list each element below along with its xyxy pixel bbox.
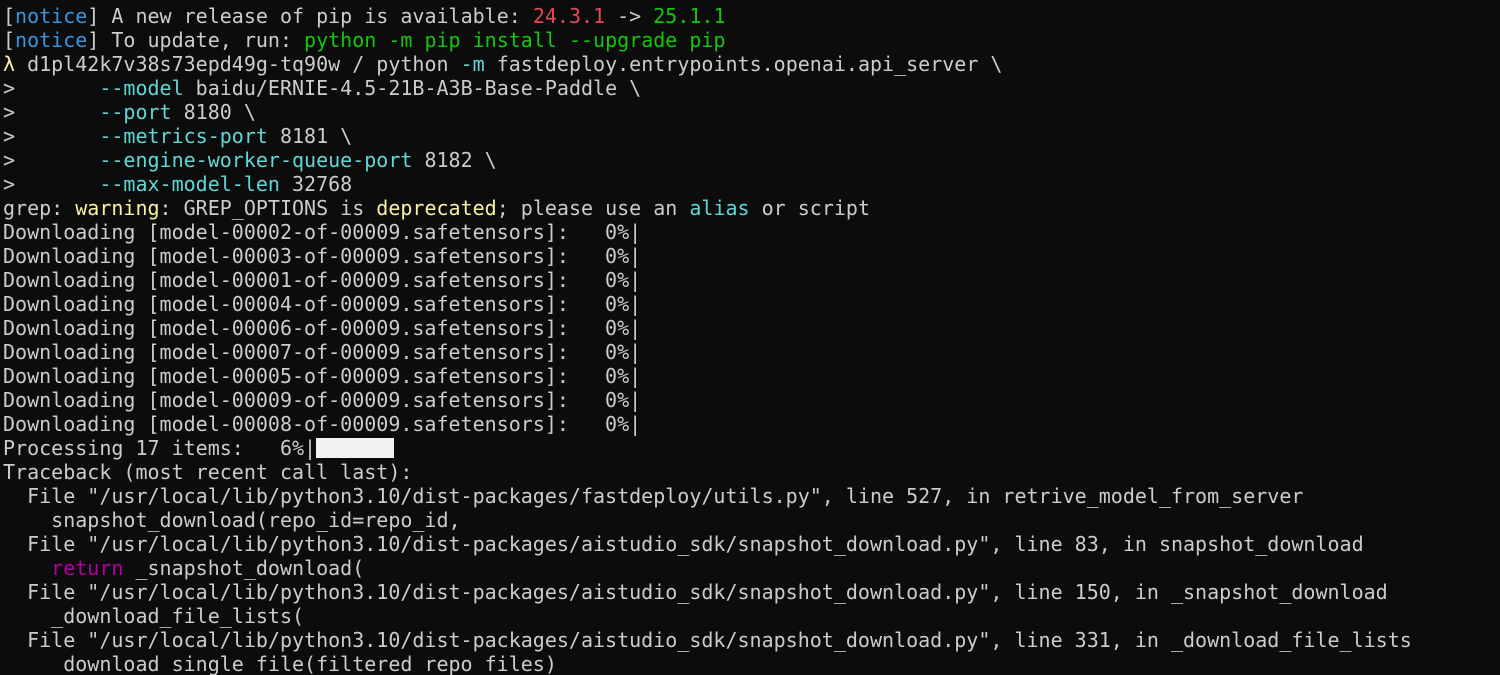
prompt-line: λ d1pl42k7v38s73epd49g-tq90w / python -m… [3, 52, 1500, 76]
pip-update-line: [notice] To update, run: python -m pip i… [3, 28, 726, 52]
traceback-file-line: File "/usr/local/lib/python3.10/dist-pac… [3, 580, 1388, 604]
download-progress-line: Downloading [model-00006-of-00009.safete… [3, 316, 642, 340]
cli-flag: --engine-worker-queue-port [99, 148, 413, 172]
old-version: 24.3.1 [532, 4, 606, 28]
grep-warning-line: grep: warning: GREP_OPTIONS is deprecate… [3, 196, 871, 220]
notice-text: A new release of pip is available: [99, 4, 533, 28]
prompt-host: d1pl42k7v38s73epd49g-tq90w [15, 52, 341, 76]
traceback-code-line: _download_single_file(filtered_repo_file… [3, 652, 557, 675]
traceback-header: Traceback (most recent call last): [3, 460, 413, 484]
cli-value: baidu/ERNIE-4.5-21B-A3B-Base-Paddle \ [183, 76, 642, 100]
download-progress-line: Downloading [model-00009-of-00009.safete… [3, 388, 642, 412]
notice-tag: notice [15, 4, 88, 28]
cli-flag: --port [99, 100, 172, 124]
update-command: python -m pip install --upgrade pip [304, 28, 726, 52]
traceback-file-line: File "/usr/local/lib/python3.10/dist-pac… [3, 628, 1412, 652]
prompt-command: python [364, 52, 449, 76]
return-keyword: return [3, 556, 124, 580]
terminal-window[interactable]: [notice] A new release of pip is availab… [0, 0, 1500, 675]
version-arrow: -> [605, 4, 654, 28]
notice-tag: notice [15, 28, 88, 52]
download-progress-line: Downloading [model-00004-of-00009.safete… [3, 292, 642, 316]
prompt-module: fastdeploy.entrypoints.openai.api_server… [484, 52, 1003, 76]
continuation-line: > --port 8180 \ [3, 100, 256, 124]
prompt-lambda-icon: λ [3, 52, 16, 76]
cli-value: 8181 \ [267, 124, 353, 148]
traceback-file-line: File "/usr/local/lib/python3.10/dist-pac… [3, 484, 1304, 508]
download-progress-line: Downloading [model-00007-of-00009.safete… [3, 340, 642, 364]
download-progress-line: Downloading [model-00008-of-00009.safete… [3, 412, 642, 436]
download-progress-line: Downloading [model-00003-of-00009.safete… [3, 244, 642, 268]
traceback-code-line: snapshot_download(repo_id=repo_id, [3, 508, 461, 532]
cli-flag: --model [99, 76, 184, 100]
cli-value: 32768 [279, 172, 353, 196]
prompt-flag-m: -m [448, 52, 485, 76]
cli-value: 8180 \ [171, 100, 256, 124]
cli-value: 8182 \ [412, 148, 497, 172]
download-progress-line: Downloading [model-00001-of-00009.safete… [3, 268, 642, 292]
download-progress-line: Downloading [model-00005-of-00009.safete… [3, 364, 642, 388]
processing-progress-line: Processing 17 items: 6%| [3, 436, 1500, 460]
continuation-line: > --metrics-port 8181 \ [3, 124, 353, 148]
update-text: To update, run: [99, 28, 305, 52]
download-progress-line: Downloading [model-00002-of-00009.safete… [3, 220, 642, 244]
continuation-line: > --engine-worker-queue-port 8182 \ [3, 148, 497, 172]
pip-notice-line: [notice] A new release of pip is availab… [3, 4, 726, 28]
cli-flag: --metrics-port [99, 124, 268, 148]
traceback-file-line: File "/usr/local/lib/python3.10/dist-pac… [3, 532, 1364, 556]
traceback-code-line: return _snapshot_download( [3, 556, 365, 580]
continuation-line: > --max-model-len 32768 [3, 172, 353, 196]
cli-flag: --max-model-len [99, 172, 280, 196]
prompt-path: / [340, 52, 365, 76]
processing-text: Processing 17 items: 6%| [3, 436, 317, 460]
progress-bar-fill [316, 438, 395, 458]
new-version: 25.1.1 [653, 4, 726, 28]
traceback-code-line: _download_file_lists( [3, 604, 305, 628]
continuation-line: > --model baidu/ERNIE-4.5-21B-A3B-Base-P… [3, 76, 642, 100]
